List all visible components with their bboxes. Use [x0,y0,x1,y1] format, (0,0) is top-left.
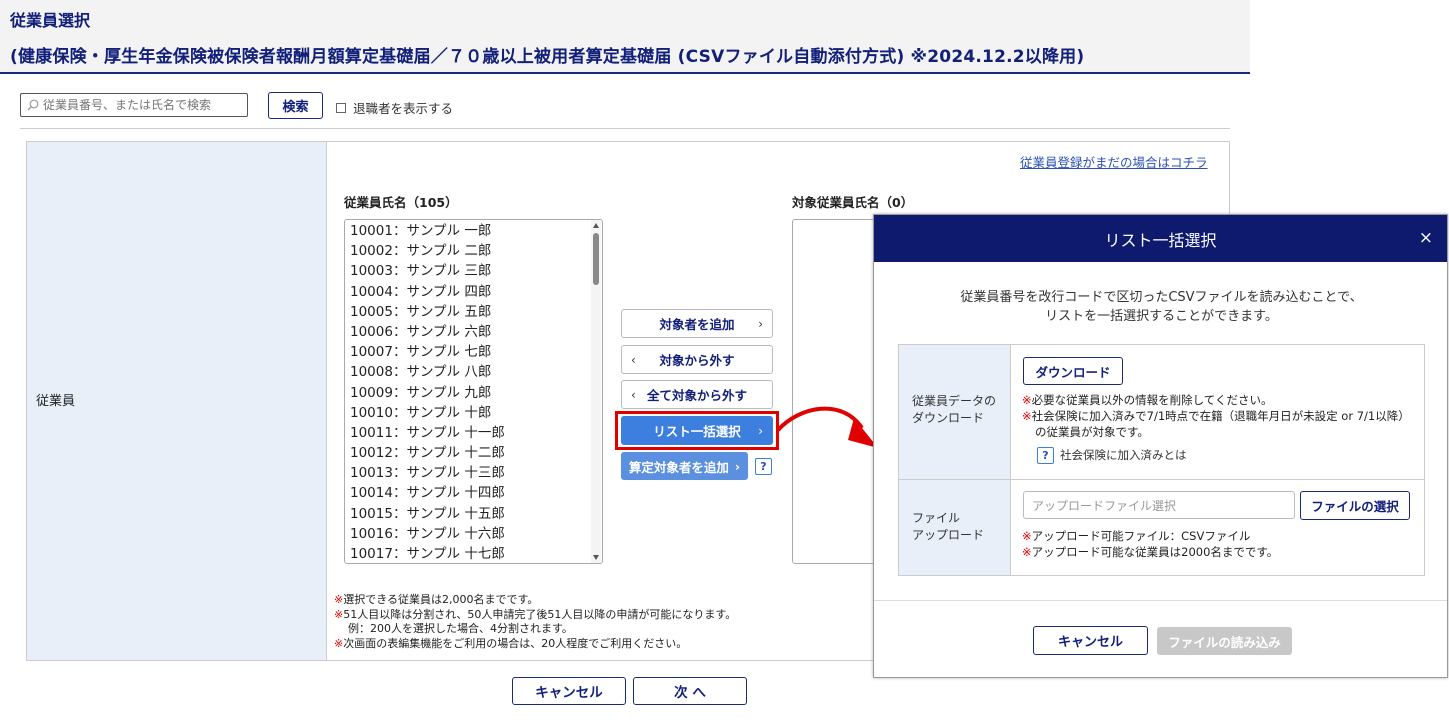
modal-cancel-button[interactable]: キャンセル [1033,626,1148,655]
employee-list-item[interactable]: 10002：サンプル 二郎 [350,241,602,261]
scroll-thumb[interactable] [593,233,599,285]
modal-header: リスト一括選択 × [874,215,1447,262]
employee-list-item[interactable]: 10012：サンプル 十二郎 [350,443,602,463]
employee-list-item[interactable]: 10016：サンプル 十六郎 [350,524,602,544]
show-retired-checkbox[interactable] [336,102,346,113]
show-retired-toggle[interactable]: 退職者を表示する [336,98,453,117]
download-row-label: 従業員データの ダウンロード [899,345,1011,479]
remove-all-label: 全て対象から外す [646,388,747,403]
add-target-button[interactable]: 対象者を追加 › [621,309,773,338]
upload-note: ※アップロード可能ファイル：CSVファイル ※アップロード可能な従業員は2000… [1022,529,1279,559]
employee-list-item[interactable]: 10015：サンプル 十五郎 [350,504,602,524]
employee-list-item[interactable]: 10014：サンプル 十四郎 [350,483,602,503]
register-employee-link[interactable]: 従業員登録がまだの場合はコチラ [1020,152,1208,171]
row-label-cell: 従業員 [27,142,327,660]
page-header: 従業員選択 (健康保険・厚生年金保険被保険者報酬月額算定基礎届／７０歳以上被用者… [0,0,1250,74]
divider [20,128,1230,129]
employee-list-item[interactable]: 10017：サンプル 十七郎 [350,544,602,563]
employee-list: 10001：サンプル 一郎 10002：サンプル 二郎 10003：サンプル 三郎 1… [345,220,602,563]
remove-all-button[interactable]: ‹ 全て対象から外す [621,380,773,409]
employee-listbox[interactable]: 10001：サンプル 一郎 10002：サンプル 二郎 10003：サンプル 三郎 1… [344,219,603,564]
bulk-select-modal: リスト一括選択 × 従業員番号を改行コードで区切ったCSVファイルを読み込むこと… [873,214,1448,678]
cancel-button[interactable]: キャンセル [512,677,626,705]
employee-list-item[interactable]: 10001：サンプル 一郎 [350,221,602,241]
employee-list-item[interactable]: 10008：サンプル 八郎 [350,362,602,382]
employee-list-item[interactable]: 10003：サンプル 三郎 [350,261,602,281]
scrollbar[interactable] [591,220,601,563]
search-icon [27,99,39,111]
add-target-label: 対象者を追加 [659,317,735,332]
scroll-down-icon[interactable] [593,555,599,560]
pointer-arrow-icon [776,406,878,448]
add-calc-target-label: 算定対象者を追加 [628,459,729,475]
help-icon[interactable]: ? [1037,447,1054,464]
search-input[interactable] [43,98,238,112]
download-button[interactable]: ダウンロード [1023,357,1123,385]
social-insurance-help-link[interactable]: 社会保険に加入済みとは [1060,447,1187,463]
employee-list-item[interactable]: 10010：サンプル 十郎 [350,403,602,423]
employee-list-title: 従業員氏名（105） [344,195,458,210]
search-button[interactable]: 検索 [268,92,323,119]
help-icon[interactable]: ? [755,458,772,475]
modal-description: 従業員番号を改行コードで区切ったCSVファイルを読み込むことで、 リストを一括選… [960,290,1363,324]
employee-list-item[interactable]: 10004：サンプル 四郎 [350,282,602,302]
show-retired-label: 退職者を表示する [353,101,454,116]
upload-row-label: ファイル アップロード [899,480,1011,575]
load-file-button[interactable]: ファイルの読み込み [1157,627,1292,655]
target-list-title: 対象従業員氏名（0） [792,195,914,210]
chevron-left-icon: ‹ [631,387,636,402]
modal-footer-divider [874,600,1447,601]
search-input-wrapper[interactable] [20,93,248,117]
employee-list-item[interactable]: 10013：サンプル 十三郎 [350,463,602,483]
add-calc-target-button[interactable]: 算定対象者を追加 › [621,452,748,480]
employee-list-item[interactable]: 10007：サンプル 七郎 [350,342,602,362]
download-note: ※必要な従業員以外の情報を削除してください。 ※社会保険に加入済みで7/1時点で… [1022,393,1410,439]
chevron-left-icon: ‹ [631,352,636,367]
employee-list-item[interactable]: 10005：サンプル 五郎 [350,302,602,322]
modal-title: リスト一括選択 [1104,230,1217,250]
selection-notes: ※選択できる従業員は2,000名までです。 ※51人目以降は分割され、50人申請… [334,593,737,650]
page-subtitle: (健康保険・厚生年金保険被保険者報酬月額算定基礎届／７０歳以上被用者算定基礎届 … [10,47,1085,67]
remove-target-label: 対象から外す [659,353,735,368]
chevron-right-icon: › [734,458,741,474]
employee-list-item[interactable]: 10006：サンプル 六郎 [350,322,602,342]
row-label: 従業員 [36,394,76,409]
employee-list-item[interactable]: 10009：サンプル 九郎 [350,383,602,403]
highlight-frame [615,411,779,450]
page-title: 従業員選択 [10,11,91,30]
next-button[interactable]: 次 へ [633,677,747,705]
upload-file-field[interactable]: アップロードファイル選択 [1023,491,1295,519]
remove-target-button[interactable]: ‹ 対象から外す [621,345,773,374]
chevron-right-icon: › [758,316,763,331]
employee-list-item[interactable]: 10011：サンプル 十一郎 [350,423,602,443]
file-select-button[interactable]: ファイルの選択 [1300,491,1410,520]
close-icon[interactable]: × [1419,228,1433,248]
scroll-up-icon[interactable] [593,223,599,228]
